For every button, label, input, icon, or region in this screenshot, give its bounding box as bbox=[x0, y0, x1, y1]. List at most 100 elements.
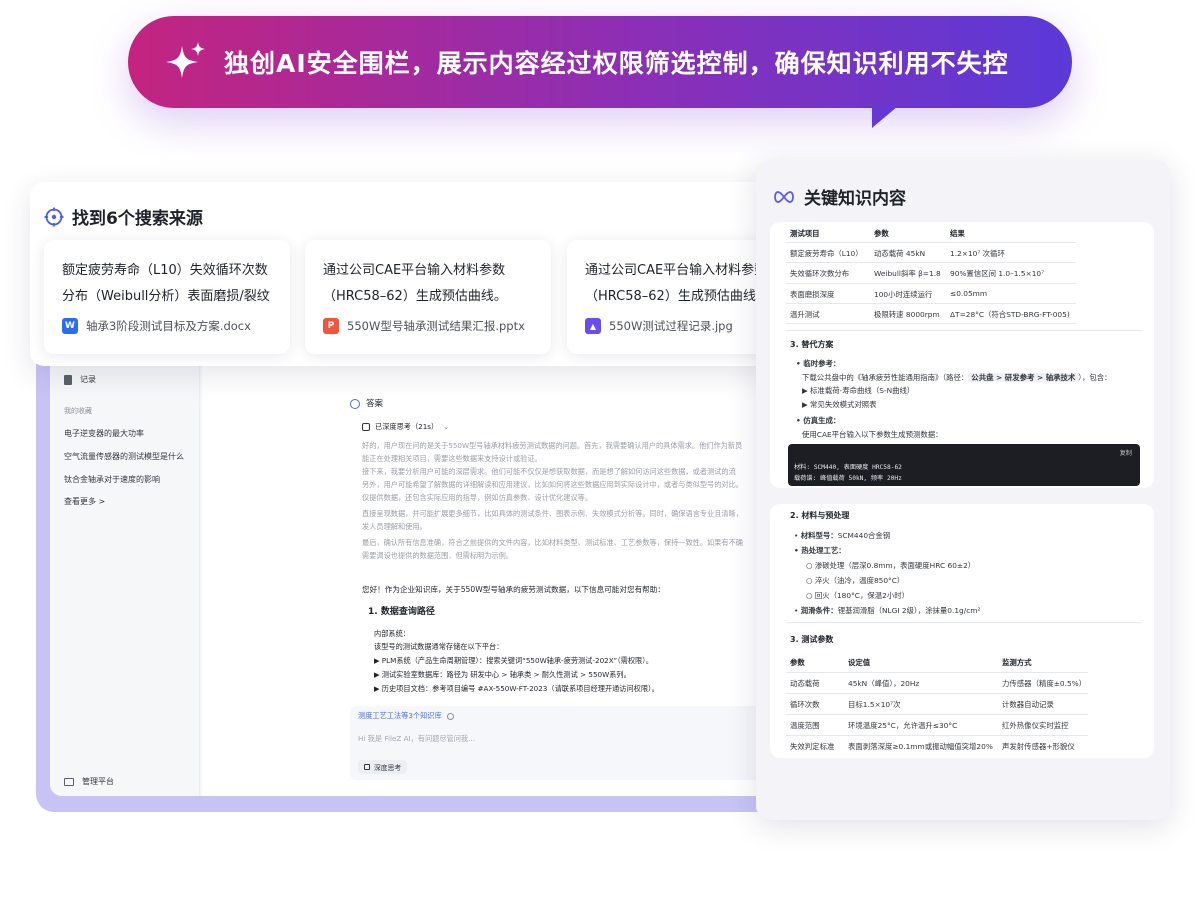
table-divider bbox=[786, 303, 1076, 304]
knowledge-base-ref[interactable]: 测度工艺工法等3个知识库 bbox=[358, 710, 454, 723]
sidebar-item-admin[interactable]: 管理平台 bbox=[64, 776, 114, 787]
table-cell: 极限转速 8000rpm bbox=[874, 310, 940, 319]
section-heading: 1. 数据查询路径 bbox=[368, 607, 435, 617]
table-cell: 温度范围 bbox=[790, 721, 820, 730]
answer-heading: 答案 bbox=[350, 398, 383, 411]
chat-icon bbox=[350, 399, 360, 410]
reasoning-line: 需要调设也提供的数据范围，但需标明为示例。 bbox=[362, 551, 513, 560]
copy-button[interactable]: 复制 bbox=[1120, 448, 1132, 457]
reasoning-line: 最后，确认所有信息准确，符合之前提供的文件内容，比如材料类型、测试标准、工艺参数… bbox=[362, 538, 743, 547]
knowledge-card: 2. 材料与预处理 • 材料型号：SCM440合金钢 • 热处理工艺： ○ 渗碳… bbox=[770, 504, 1154, 758]
favorites-heading: 我的收藏 bbox=[64, 407, 92, 415]
answer-intro: 您好！作为企业知识库，关于550W型号轴承的疲劳测试数据，以下信息可能对您有帮助… bbox=[362, 585, 665, 594]
thinking-toggle[interactable]: 已深度思考（21s） ⌄ bbox=[362, 421, 449, 434]
sim-text: 使用CAE平台输入以下参数生成预测数据： bbox=[802, 430, 943, 439]
table-cell: 100小时连续运行 bbox=[874, 290, 933, 299]
image-file-icon: ▲ bbox=[585, 318, 601, 334]
chat-main: 答案 已深度思考（21s） ⌄ 好的，用户现在问的是关于550W型号轴承材料疲劳… bbox=[202, 310, 790, 796]
sources-title: 找到6个搜索来源 bbox=[44, 204, 203, 229]
table-cell: 45kN（峰值），20Hz bbox=[848, 679, 920, 688]
source-card[interactable]: 通过公司CAE平台输入材料参数（HRC58–62）生成预估曲线。 P 550W型… bbox=[305, 240, 551, 354]
source-card[interactable]: 额定疲劳寿命（L10）失效循环次数分布（Weibull分析）表面磨损/裂纹 W … bbox=[44, 240, 290, 354]
table-cell: Weibull斜率 β=1.8 bbox=[874, 269, 941, 278]
table-header: 设定值 bbox=[848, 658, 871, 667]
infinity-icon bbox=[774, 190, 794, 203]
sidebar: 记录 我的收藏 电子逆变器的最大功率 空气流量传感器的测试模型是什么 钛合金轴承… bbox=[50, 310, 200, 796]
source-card-title: 通过公司CAE平台输入材料参数（HRC58–62）生成预估曲线。 bbox=[585, 263, 769, 304]
section-heading: 2. 材料与预处理 bbox=[790, 511, 850, 520]
table-divider bbox=[786, 242, 1076, 243]
material-line: • 材料型号：SCM440合金钢 bbox=[794, 531, 891, 540]
platform-bullet: ▶ PLM系统（产品生命周期管理）：搜索关键词“550W轴承-疲劳测试-202X… bbox=[374, 656, 653, 665]
code-line: 载荷谱: 峰值载荷 50kN, 频率 20Hz bbox=[794, 475, 902, 482]
source-card-file[interactable]: ▲ 550W测试过程记录.jpg bbox=[585, 318, 733, 334]
reasoning-line: 直接呈现数据，并可能扩展更多细节，比如具体的测试条件、图表示例、失效模式分析等。… bbox=[362, 509, 743, 518]
knowledge-card: 测试项目 参数 结果 额定疲劳寿命（L10） 动态载荷 45kN 1.2×10⁷… bbox=[770, 222, 1154, 488]
document-icon bbox=[64, 374, 72, 385]
table-header: 参数 bbox=[874, 229, 889, 238]
section-heading: 3. 替代方案 bbox=[790, 340, 834, 349]
table-cell: 计数器自动记录 bbox=[1002, 700, 1054, 709]
platform-label: 该型号的测试数据通常存储在以下平台： bbox=[374, 642, 504, 651]
code-block: 复制 材料: SCM440, 表面硬度 HRC58-62 载荷谱: 峰值载荷 5… bbox=[788, 444, 1140, 486]
source-card[interactable]: 通过公司CAE平台输入材料参数（HRC58–62）生成预估曲线。 ▲ 550W测… bbox=[567, 240, 782, 354]
table-cell: 失效循环次数分布 bbox=[790, 269, 850, 278]
sidebar-item-record[interactable]: 记录 bbox=[64, 374, 96, 385]
app-window: 记录 我的收藏 电子逆变器的最大功率 空气流量传感器的测试模型是什么 钛合金轴承… bbox=[50, 310, 790, 796]
chat-input-box[interactable]: 测度工艺工法等3个知识库 Hi 我是 FileZ AI，有问题尽管问我... 深… bbox=[350, 706, 780, 780]
table-cell: 额定疲劳寿命（L10） bbox=[790, 249, 863, 258]
lube-line: • 润滑条件：锂基润滑脂（NLGI 2级），涂抹量0.1g/cm² bbox=[794, 606, 981, 615]
key-knowledge-panel: 关键知识内容 测试项目 参数 结果 额定疲劳寿命（L10） 动态载荷 45kN … bbox=[756, 160, 1170, 820]
table-divider bbox=[786, 283, 1076, 284]
deep-think-button[interactable]: 深度思考 bbox=[358, 760, 408, 774]
table-header: 测试项目 bbox=[790, 229, 820, 238]
sparkle-icon bbox=[166, 42, 205, 78]
reasoning-line: 能正在处理相关项目，需要这些数据来支持设计或验证。 bbox=[362, 454, 542, 463]
banner-tail bbox=[872, 106, 898, 128]
ref-text: 下载公共盘中的《轴承疲劳性能通用指南》（路径： 公共盘 > 研发参考 > 轴承技术… bbox=[802, 373, 1112, 382]
table-cell: 1.2×10⁷ 次循环 bbox=[950, 249, 1005, 258]
source-card-file[interactable]: W 轴承3阶段测试目标及方案.docx bbox=[62, 318, 251, 334]
table-cell: 动态载荷 45kN bbox=[874, 249, 926, 258]
section-divider bbox=[786, 330, 1142, 331]
banner-text: 独创AI安全围栏，展示内容经过权限筛选控制，确保知识利用不失控 bbox=[224, 49, 1009, 78]
table-divider bbox=[786, 672, 1088, 673]
powerpoint-file-icon: P bbox=[323, 318, 339, 334]
table-cell: ≤0.05mm bbox=[950, 289, 988, 298]
heat-item: ○ 淬火（油冷，温度850°C） bbox=[806, 576, 905, 585]
favorite-item[interactable]: 空气流量传感器的测试模型是什么 bbox=[64, 451, 184, 462]
table-divider bbox=[786, 323, 1076, 324]
table-header: 结果 bbox=[950, 229, 965, 238]
table-header: 监测方式 bbox=[1002, 658, 1032, 667]
target-icon bbox=[44, 207, 64, 226]
info-icon bbox=[446, 712, 454, 720]
heat-item: ○ 渗碳处理（层深0.8mm，表面硬度HRC 60±2） bbox=[806, 561, 976, 570]
reasoning-line: 发人员理解和使用。 bbox=[362, 522, 427, 531]
monitor-icon bbox=[64, 777, 74, 786]
favorite-item[interactable]: 钛合金轴承对于速度的影响 bbox=[64, 474, 160, 485]
platform-bullet: ▶ 测试实验室数据库：路径为 研发中心 > 轴承类 > 耐久性测试 > 550W… bbox=[374, 670, 631, 679]
source-card-file[interactable]: P 550W型号轴承测试结果汇报.pptx bbox=[323, 318, 525, 334]
table-header: 参数 bbox=[790, 658, 805, 667]
promo-banner: 独创AI安全围栏，展示内容经过权限筛选控制，确保知识利用不失控 bbox=[128, 16, 1072, 128]
atom-icon bbox=[362, 423, 370, 432]
table-cell: 声发射传感器+形貌仪 bbox=[1002, 742, 1075, 751]
table-cell: 力传感器（精度±0.5%） bbox=[1002, 679, 1087, 688]
reasoning-line: 接下来，我要分析用户可能的深层需求。他们可能不仅仅是想获取数据，而是想了解如何访… bbox=[362, 467, 736, 476]
table-cell: 90%置信区间 1.0–1.5×10⁷ bbox=[950, 269, 1045, 278]
search-sources-panel: 找到6个搜索来源 额定疲劳寿命（L10）失效循环次数分布（Weibull分析）表… bbox=[30, 182, 782, 366]
table-cell: 表面剥落深度≥0.1mm或振动幅值突增20% bbox=[848, 742, 993, 751]
reasoning-line: 仅提供数据，还包含实际应用的指导，例如仿真参数、设计优化建议等。 bbox=[362, 493, 593, 502]
atom-icon bbox=[364, 764, 370, 770]
chat-input-placeholder[interactable]: Hi 我是 FileZ AI，有问题尽管问我... bbox=[358, 733, 475, 746]
view-more-link[interactable]: 查看更多 > bbox=[64, 496, 105, 507]
table-cell: 温升测试 bbox=[790, 310, 820, 319]
table-cell: 循环次数 bbox=[790, 700, 820, 709]
platform-bullet: ▶ 历史项目文档：参考项目编号 #AX-550W-FT-2023（请联系项目经理… bbox=[374, 684, 659, 693]
table-divider bbox=[786, 714, 1088, 715]
favorite-item[interactable]: 电子逆变器的最大功率 bbox=[64, 428, 144, 439]
table-cell: 动态载荷 bbox=[790, 679, 820, 688]
section-divider bbox=[786, 622, 1142, 623]
table-cell: 失效判定标准 bbox=[790, 742, 835, 751]
source-card-title: 额定疲劳寿命（L10）失效循环次数分布（Weibull分析）表面磨损/裂纹 bbox=[62, 263, 270, 304]
